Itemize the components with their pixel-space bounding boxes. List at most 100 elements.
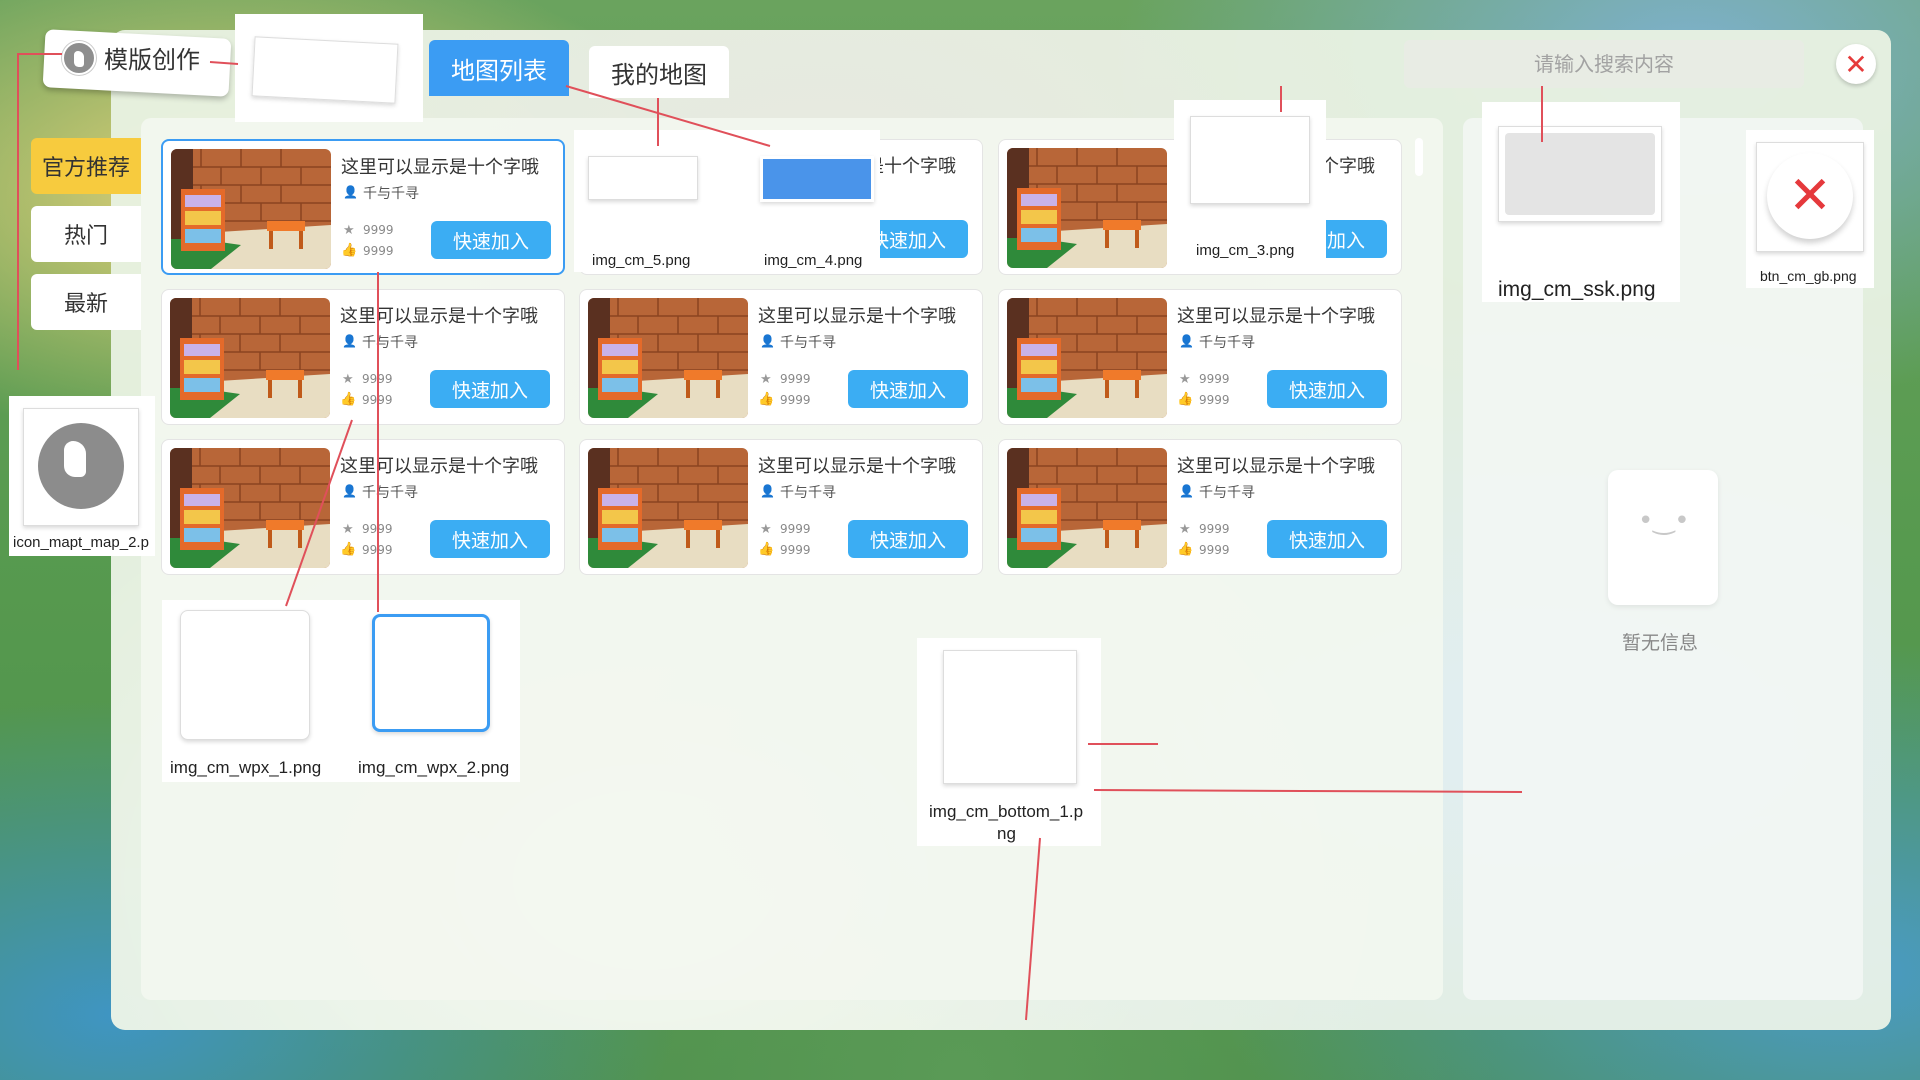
like-count: 9999 [362,393,393,407]
annotation-cm-bottom: img_cm_bottom_1.p ng [917,638,1101,846]
map-card[interactable]: 这里可以显示是十个字哦 👤 千与千寻 ★ 9999 👍 9999 快速加入 [161,139,565,275]
annotation-preview [23,408,139,526]
annotation-wpx: img_cm_wpx_1.png img_cm_wpx_2.png [162,600,520,782]
sidebar-item-hot[interactable]: 热门 [31,206,141,262]
globe-icon [38,423,124,509]
map-card[interactable]: 这里可以显示是十个字哦 👤 千与千寻 ★ 9999 👍 9999 快速加入 [161,439,565,575]
thumbs-up-icon: 👍 [1177,392,1194,407]
annotation-preview-blue [760,156,874,202]
annotation-cm-gb: ✕ btn_cm_gb.png [1746,130,1874,288]
quick-join-button[interactable]: 快速加入 [848,520,968,558]
star-icon: ★ [342,522,354,537]
annotation-label: img_cm_ssk.png [1498,278,1656,301]
star-count: 9999 [780,522,811,536]
star-count: 9999 [1199,522,1230,536]
map-card[interactable]: 这里可以显示是十个字哦 👤 千与千寻 ★ 9999 👍 9999 快速加入 [998,289,1402,425]
map-author: 千与千寻 [362,485,418,501]
annotation-preview [180,610,310,740]
map-title: 这里可以显示是十个字哦 [1177,306,1375,327]
map-card[interactable]: 这里可以显示是十个字哦 👤 千与千寻 ★ 9999 👍 9999 快速加入 [161,289,565,425]
quick-join-button[interactable]: 快速加入 [430,520,550,558]
quick-join-button[interactable]: 快速加入 [848,370,968,408]
user-icon: 👤 [342,484,357,498]
map-title: 这里可以显示是十个字哦 [758,456,956,477]
like-count: 9999 [780,393,811,407]
annotation-cm-3: img_cm_3.png [1174,100,1326,266]
star-icon: ★ [342,372,354,387]
like-count: 9999 [362,543,393,557]
map-author: 千与千寻 [1199,335,1255,351]
user-icon: 👤 [1179,334,1194,348]
empty-state-illustration: •‿• [1608,470,1718,605]
map-title: 这里可以显示是十个字哦 [340,456,538,477]
user-icon: 👤 [343,185,358,199]
empty-state-text: 暂无信息 [1622,632,1699,654]
map-thumbnail [1007,298,1167,418]
annotation-preview: ✕ [1756,142,1864,252]
user-icon: 👤 [760,484,775,498]
annotation-preview [943,650,1077,784]
map-card[interactable]: 这里可以显示是十个字哦 👤 千与千寻 ★ 9999 👍 9999 快速加入 [579,439,983,575]
annotation-label: img_cm_5.png [592,252,691,269]
map-author: 千与千寻 [1199,485,1255,501]
map-title: 这里可以显示是十个字哦 [340,306,538,327]
title-block: 模版创作 [62,40,200,75]
annotation-label: img_cm_wpx_1.png [170,758,322,777]
thumbs-up-icon: 👍 [340,392,357,407]
annotation-label: img_cm_4.png [764,252,863,269]
annotation-mapt-map: icon_mapt_map_2.p [9,396,155,556]
tab-map-list[interactable]: 地图列表 [429,40,569,96]
thumbs-up-icon: 👍 [340,542,357,557]
annotation-label: img_cm_wpx_2.png [358,758,510,777]
map-title: 这里可以显示是十个字哦 [341,157,539,178]
annotation-label: img_cm_3.png [1196,242,1295,259]
quick-join-button[interactable]: 快速加入 [431,221,551,259]
close-button[interactable]: ✕ [1836,44,1876,84]
map-title: 这里可以显示是十个字哦 [1177,456,1375,477]
star-icon: ★ [1179,372,1191,387]
annotation-label: img_cm_bottom_1.p [929,802,1084,821]
like-count: 9999 [780,543,811,557]
close-icon: ✕ [1767,153,1853,239]
annotation-preview [1190,116,1310,204]
star-count: 9999 [362,522,393,536]
annotation-preview-selected [372,614,490,732]
star-count: 9999 [1199,372,1230,386]
quick-join-button[interactable]: 快速加入 [1267,520,1387,558]
sidebar-item-latest[interactable]: 最新 [31,274,141,330]
scrollbar-thumb[interactable] [1415,138,1423,176]
star-count: 9999 [363,223,394,237]
annotation-cm-ssk: img_cm_ssk.png [1482,102,1680,302]
annotation-title-sprite [235,14,423,122]
star-count: 9999 [362,372,393,386]
map-title: 这里可以显示是十个字哦 [758,306,956,327]
star-count: 9999 [780,372,811,386]
map-thumbnail [1007,148,1167,268]
quick-join-button[interactable]: 快速加入 [430,370,550,408]
thumbs-up-icon: 👍 [1177,542,1194,557]
annotation-label: icon_mapt_map_2.p [13,534,149,551]
map-author: 千与千寻 [780,485,836,501]
map-thumbnail [588,448,748,568]
search-box-preview [1505,133,1655,215]
tab-my-maps[interactable]: 我的地图 [589,46,729,98]
sidebar-item-official[interactable]: 官方推荐 [31,138,141,194]
quick-join-button[interactable]: 快速加入 [1267,370,1387,408]
map-author: 千与千寻 [780,335,836,351]
annotation-preview [251,36,399,104]
map-card[interactable]: 这里可以显示是十个字哦 👤 千与千寻 ★ 9999 👍 9999 快速加入 [579,289,983,425]
annotation-preview [588,156,698,200]
map-author: 千与千寻 [362,335,418,351]
globe-continent [64,441,86,477]
map-thumbnail [1007,448,1167,568]
star-icon: ★ [760,522,772,537]
map-card[interactable]: 这里可以显示是十个字哦 👤 千与千寻 ★ 9999 👍 9999 快速加入 [998,439,1402,575]
search-input[interactable] [1404,40,1804,88]
thumbs-up-icon: 👍 [758,542,775,557]
star-icon: ★ [760,372,772,387]
user-icon: 👤 [1179,484,1194,498]
annotation-preview [1498,126,1662,222]
user-icon: 👤 [342,334,357,348]
globe-icon [62,40,96,75]
thumbs-up-icon: 👍 [341,243,358,258]
